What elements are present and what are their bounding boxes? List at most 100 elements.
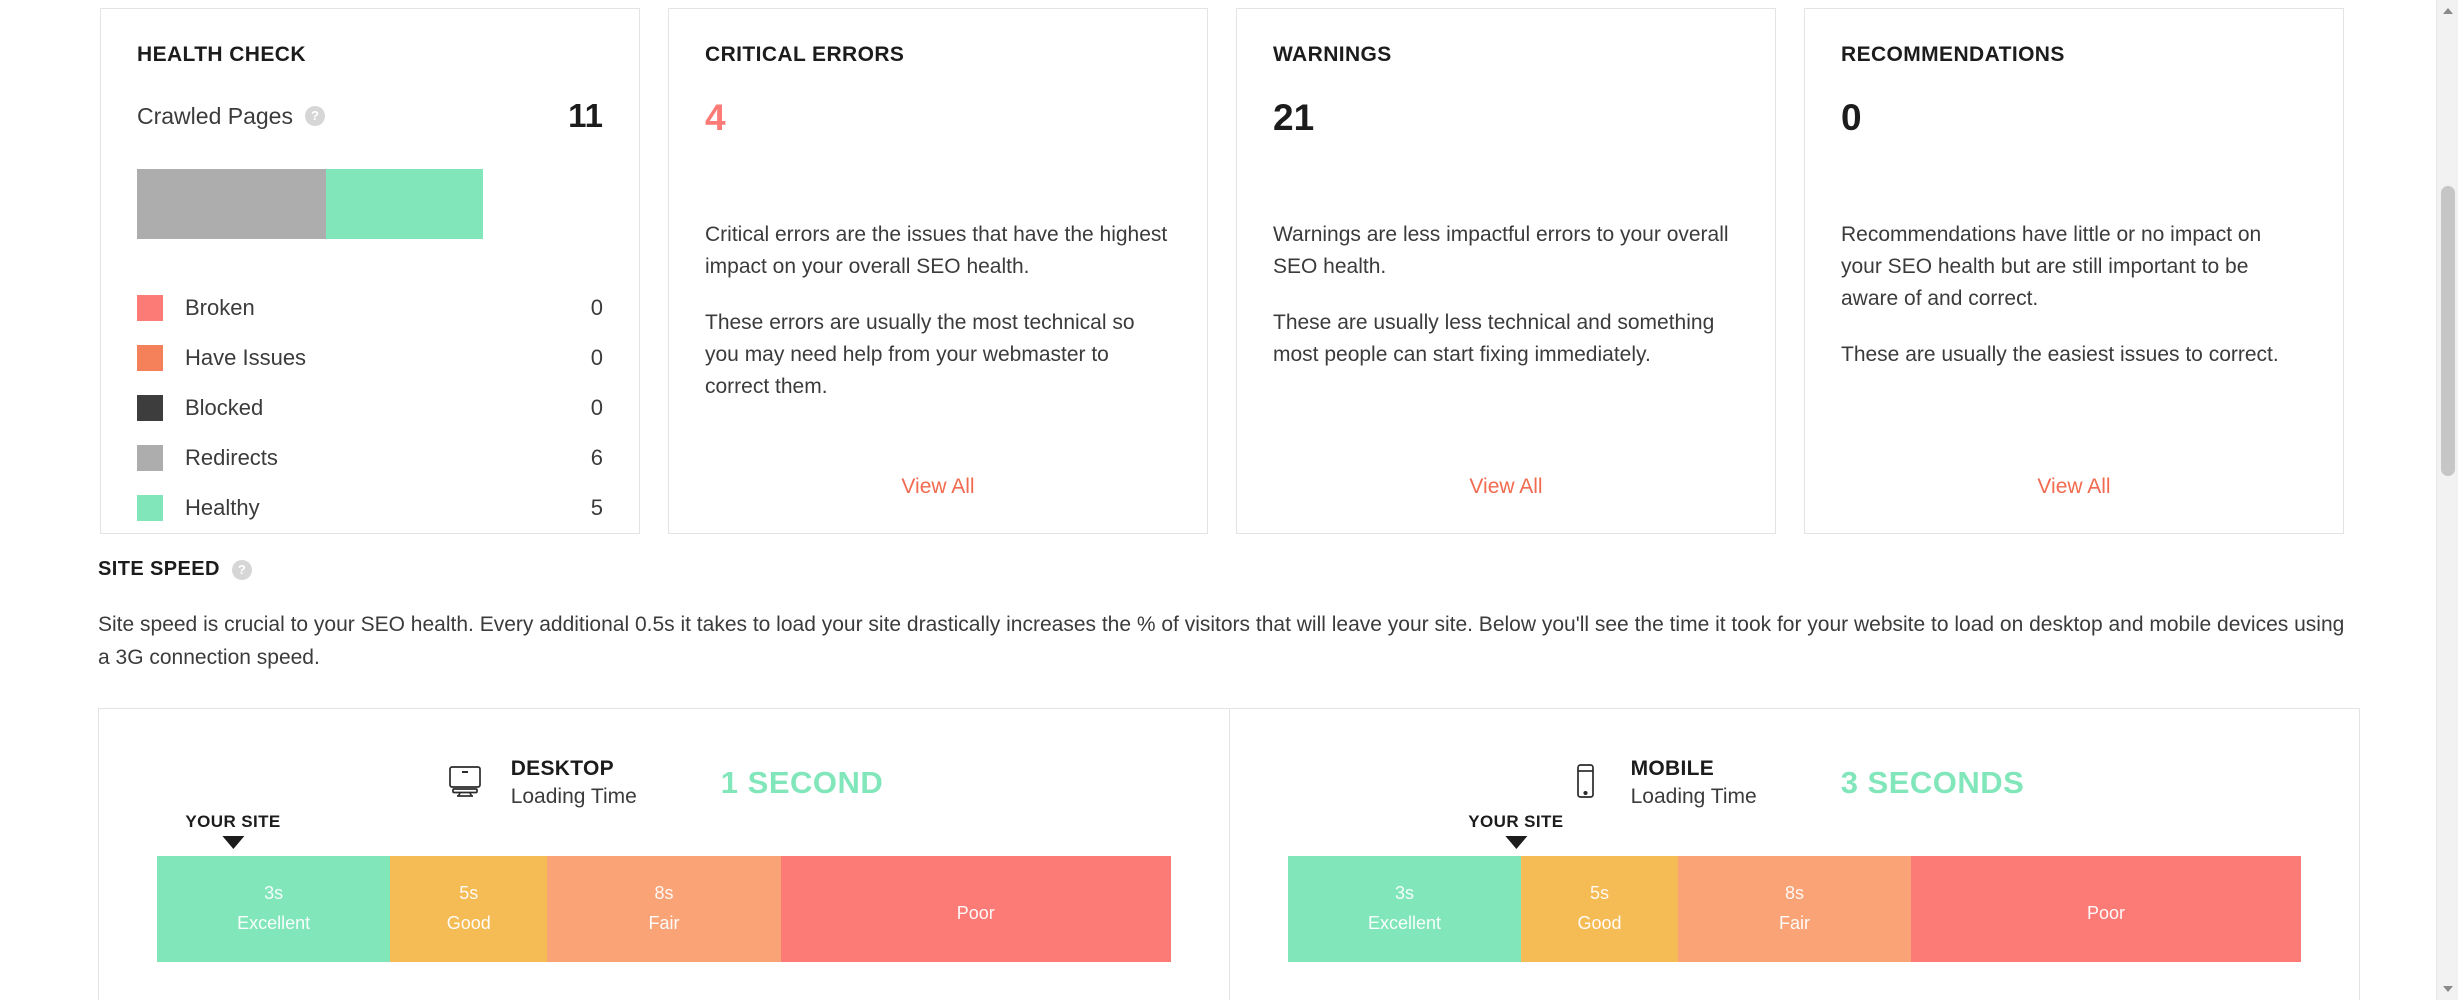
legend-row: Healthy 5	[137, 483, 603, 533]
speed-gauge: 3s Excellent 5s Good 8s Fair Poor	[1288, 855, 2301, 962]
legend-value: 5	[590, 495, 603, 520]
legend-row: Broken 0	[137, 283, 603, 333]
warnings-paragraph-2: These are usually less technical and som…	[1273, 310, 1715, 366]
site-speed-title: SITE SPEED	[98, 558, 220, 580]
your-site-label: YOUR SITE	[185, 811, 281, 831]
gauge-segment-threshold: 8s	[1784, 883, 1804, 904]
gauge-segment-label: Fair	[1778, 913, 1810, 934]
recommendations-card: RECOMMENDATIONS 0 Recommendations have l…	[1804, 8, 2344, 534]
gauge-segment-label: Good	[446, 913, 491, 934]
gauge-segment-label: Fair	[648, 913, 680, 934]
device-header: MOBILE Loading Time 3 SECONDS	[1288, 755, 2301, 812]
gauge-segment: 8s Fair	[547, 855, 781, 962]
device-name: DESKTOP	[510, 757, 614, 781]
gauge-segment: 5s Good	[1520, 855, 1678, 962]
gauge-segment: 3s Excellent	[1288, 855, 1521, 962]
legend-color-swatch	[137, 495, 163, 521]
warnings-view-all-link[interactable]: View All	[1237, 475, 1775, 499]
recommendations-body: Recommendations have little or no impact…	[1841, 219, 2307, 395]
speed-gauge-wrapper: YOUR SITE 3s Excellent 5s Good 8s Fair Poor	[1288, 812, 2301, 962]
stacked-bar-segment	[137, 169, 326, 239]
gauge-segment-label: Poor	[956, 902, 995, 923]
critical-errors-paragraph-2: These errors are usually the most techni…	[705, 310, 1135, 398]
recommendations-paragraph-1: Recommendations have little or no impact…	[1841, 223, 2262, 310]
legend-label: Blocked	[185, 395, 264, 420]
question-mark-icon[interactable]: ?	[231, 559, 252, 580]
gauge-segment-label: Excellent	[1367, 913, 1442, 934]
critical-errors-card: CRITICAL ERRORS 4 Critical errors are th…	[668, 8, 1208, 534]
legend-label: Healthy	[185, 495, 260, 520]
legend-color-swatch	[137, 295, 163, 321]
gauge-segment-label: Poor	[2086, 902, 2125, 923]
scrollbar-thumb[interactable]	[2441, 186, 2455, 476]
crawled-pages-row: Crawled Pages ? 11	[137, 97, 603, 135]
site-speed-description: Site speed is crucial to your SEO health…	[98, 613, 2345, 669]
gauge-segment-threshold: 3s	[264, 883, 284, 904]
health-check-card: HEALTH CHECK Crawled Pages ? 11 Broken 0 H…	[100, 8, 640, 534]
gauge-segment: Poor	[780, 855, 1171, 962]
critical-errors-title: CRITICAL ERRORS	[705, 43, 905, 66]
desktop-monitor-icon	[445, 761, 485, 806]
device-name: MOBILE	[1630, 757, 1715, 781]
gauge-segment: Poor	[1910, 855, 2301, 962]
crawled-pages-stacked-bar	[137, 169, 483, 239]
warnings-card: WARNINGS 21 Warnings are less impactful …	[1236, 8, 1776, 534]
site-speed-header: SITE SPEED ?	[98, 558, 2360, 581]
warnings-value: 21	[1273, 97, 1315, 138]
legend-color-swatch	[137, 395, 163, 421]
legend-row: Redirects 6	[137, 433, 603, 483]
device-label-group: DESKTOP Loading Time	[511, 755, 637, 812]
mobile-phone-icon	[1565, 761, 1605, 806]
scroll-up-arrow-icon[interactable]	[2443, 8, 2453, 14]
page-scrollbar[interactable]	[2436, 0, 2458, 1000]
loading-time-value: 1 SECOND	[720, 765, 884, 801]
your-site-marker: YOUR SITE	[1468, 812, 1563, 849]
recommendations-view-all-link[interactable]: View All	[1805, 475, 2343, 499]
legend-row: Have Issues 0	[137, 333, 603, 383]
critical-errors-body: Critical errors are the issues that have…	[705, 219, 1171, 427]
seo-health-dashboard: HEALTH CHECK Crawled Pages ? 11 Broken 0 H…	[0, 0, 2458, 1000]
loading-time-value: 3 SECONDS	[1840, 765, 2025, 801]
legend-label: Have Issues	[185, 345, 307, 370]
gauge-segment: 3s Excellent	[157, 855, 391, 962]
your-site-marker: YOUR SITE	[185, 812, 280, 849]
legend-label: Redirects	[185, 445, 278, 470]
speed-gauge: 3s Excellent 5s Good 8s Fair Poor	[157, 855, 1171, 962]
device-header: DESKTOP Loading Time 1 SECOND	[157, 755, 1171, 812]
device-subtitle: Loading Time	[1630, 785, 1757, 809]
recommendations-value: 0	[1841, 97, 1862, 138]
gauge-segment: 8s Fair	[1677, 855, 1911, 962]
gauge-segment-threshold: 5s	[459, 883, 479, 904]
health-check-legend: Broken 0 Have Issues 0 Blocked 0 Redirects 6 Hea…	[137, 283, 603, 533]
speed-panel-mobile: MOBILE Loading Time 3 SECONDS YOUR SITE 3s Ex…	[1229, 709, 2359, 1000]
gauge-segment-label: Excellent	[237, 913, 311, 934]
health-check-title: HEALTH CHECK	[137, 43, 306, 66]
speed-gauge-wrapper: YOUR SITE 3s Excellent 5s Good 8s Fair Poor	[157, 812, 1171, 962]
legend-label: Broken	[185, 295, 255, 320]
site-speed-section: SITE SPEED ? Site speed is crucial to yo…	[98, 558, 2360, 1000]
stacked-bar-segment	[325, 169, 483, 239]
your-site-label: YOUR SITE	[1468, 811, 1564, 831]
device-label-group: MOBILE Loading Time	[1631, 755, 1757, 812]
summary-card-row: HEALTH CHECK Crawled Pages ? 11 Broken 0 H…	[100, 8, 2344, 534]
speed-panel-desktop: DESKTOP Loading Time 1 SECOND YOUR SITE 3s Ex…	[99, 709, 1229, 1000]
marker-arrow-icon	[1504, 835, 1527, 849]
crawled-pages-label: Crawled Pages	[137, 102, 293, 129]
device-subtitle: Loading Time	[510, 785, 637, 809]
legend-value: 0	[590, 295, 603, 320]
critical-errors-view-all-link[interactable]: View All	[669, 475, 1207, 499]
legend-value: 0	[590, 395, 603, 420]
legend-color-swatch	[137, 445, 163, 471]
warnings-title: WARNINGS	[1273, 43, 1392, 66]
gauge-segment-threshold: 5s	[1589, 883, 1609, 904]
speed-panel-container: DESKTOP Loading Time 1 SECOND YOUR SITE 3s Ex…	[98, 708, 2360, 1000]
gauge-segment: 5s Good	[390, 855, 548, 962]
crawled-pages-value: 11	[568, 97, 603, 134]
scroll-down-arrow-icon[interactable]	[2443, 986, 2453, 992]
marker-arrow-icon	[222, 835, 245, 849]
legend-value: 6	[590, 445, 603, 470]
legend-color-swatch	[137, 345, 163, 371]
warnings-paragraph-1: Warnings are less impactful errors to yo…	[1273, 223, 1729, 278]
gauge-segment-threshold: 8s	[654, 883, 674, 904]
question-mark-icon[interactable]: ?	[304, 106, 325, 126]
